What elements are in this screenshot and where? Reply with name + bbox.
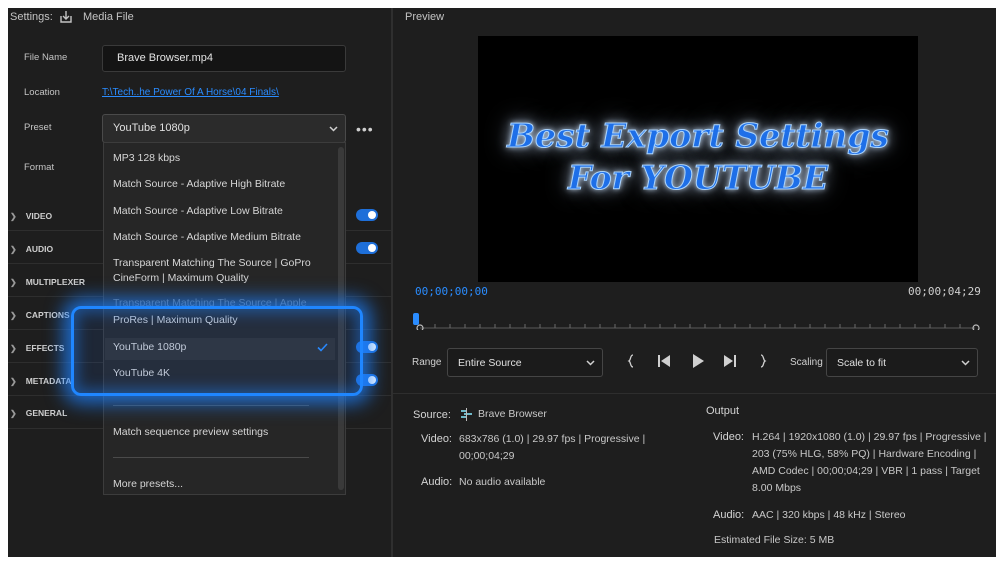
scaling-value: Scale to fit	[837, 357, 887, 369]
file-name-label: File Name	[24, 52, 68, 63]
output-audio-info: AAC | 320 kbps | 48 kHz | Stereo	[752, 509, 906, 521]
location-label: Location	[24, 87, 60, 98]
chevron-right-icon: ❯	[10, 277, 17, 287]
mark-in-icon[interactable]	[624, 353, 640, 369]
menu-separator	[113, 457, 309, 458]
preset-option[interactable]: Transparent Matching The Source | GoPro …	[113, 256, 328, 286]
audio-toggle[interactable]	[356, 242, 378, 254]
preview-label: Preview	[405, 11, 445, 23]
settings-label: Settings:	[10, 11, 53, 23]
chevron-down-icon	[586, 360, 595, 366]
section-general[interactable]: ❯ GENERAL	[10, 408, 67, 418]
source-audio-info: No audio available	[459, 476, 546, 488]
location-link[interactable]: T:\Tech..he Power Of A Horse\04 Finals\	[102, 87, 279, 98]
format-label: Format	[24, 162, 55, 173]
settings-panel: Settings: Media File File Name Brave Bro…	[8, 8, 391, 557]
sequence-icon	[461, 408, 472, 421]
overlay-title-line1: Best Export Settings	[507, 116, 890, 156]
preset-value: YouTube 1080p	[113, 122, 190, 134]
preview-panel: Preview Best Export Settings For YOUTUBE…	[393, 8, 996, 557]
section-multiplexer-label: MULTIPLEXER	[25, 277, 86, 287]
output-video-line4: 8.00 Mbps	[752, 482, 802, 494]
output-audio-label: Audio:	[713, 509, 745, 521]
more-presets-option[interactable]: More presets...	[113, 477, 328, 492]
source-audio-label: Audio:	[421, 476, 453, 488]
preset-select[interactable]: YouTube 1080p	[102, 114, 346, 143]
export-icon[interactable]	[59, 10, 73, 24]
match-sequence-option[interactable]: Match sequence preview settings	[113, 425, 328, 440]
end-timecode: 00;00;04;29	[908, 285, 981, 298]
preset-label: Preset	[24, 122, 52, 133]
section-multiplexer[interactable]: ❯ MULTIPLEXER	[10, 277, 85, 287]
range-select[interactable]: Entire Source	[447, 348, 603, 377]
chevron-right-icon: ❯	[10, 310, 17, 320]
source-name: Brave Browser	[478, 408, 547, 420]
output-video-line2: 203 (75% HLG, 58% PQ) | Hardware Encodin…	[752, 448, 977, 460]
preset-option[interactable]: Match Source - Adaptive Low Bitrate	[113, 204, 328, 219]
step-back-icon[interactable]	[656, 353, 672, 369]
chevron-right-icon: ❯	[10, 408, 17, 418]
highlight-annotation	[71, 306, 363, 396]
current-timecode[interactable]: 00;00;00;00	[415, 285, 488, 298]
file-name-value: Brave Browser.mp4	[117, 52, 213, 64]
chevron-right-icon: ❯	[10, 343, 17, 353]
output-label: Output	[706, 405, 740, 417]
chevron-down-icon	[329, 126, 338, 132]
section-audio-label: AUDIO	[25, 244, 54, 254]
section-audio[interactable]: ❯ AUDIO	[10, 244, 53, 254]
output-video-line3: AMD Codec | 00;00;04;29 | VBR | 1 pass |…	[752, 465, 980, 477]
more-options-icon[interactable]: •••	[356, 121, 374, 137]
preset-option[interactable]: Match Source - Adaptive Medium Bitrate	[113, 230, 328, 245]
step-forward-icon[interactable]	[722, 353, 738, 369]
mark-out-icon[interactable]	[754, 353, 770, 369]
preset-option[interactable]: MP3 128 kbps	[113, 151, 328, 166]
section-effects-label: EFFECTS	[25, 343, 65, 353]
scaling-label: Scaling	[790, 357, 823, 368]
export-window: Settings: Media File File Name Brave Bro…	[8, 8, 996, 557]
estimated-file-size: Estimated File Size: 5 MB	[714, 534, 835, 546]
menu-separator	[113, 405, 309, 406]
scaling-select[interactable]: Scale to fit	[826, 348, 978, 377]
video-toggle[interactable]	[356, 209, 378, 221]
preset-option[interactable]: Match Source - Adaptive High Bitrate	[113, 177, 328, 192]
chevron-right-icon: ❯	[10, 211, 17, 221]
video-preview: Best Export Settings For YOUTUBE	[478, 36, 918, 282]
source-label: Source:	[413, 409, 451, 421]
section-video-label: VIDEO	[25, 211, 53, 221]
output-video-line1: H.264 | 1920x1080 (1.0) | 29.97 fps | Pr…	[752, 431, 987, 443]
range-label: Range	[412, 357, 442, 368]
section-video[interactable]: ❯ VIDEO	[10, 211, 52, 221]
section-general-label: GENERAL	[25, 408, 68, 418]
section-captions-label: CAPTIONS	[25, 310, 70, 320]
media-file-label: Media File	[83, 11, 134, 23]
output-video-label: Video:	[713, 431, 744, 443]
overlay-title-line2: For YOUTUBE	[568, 158, 829, 198]
playhead[interactable]	[413, 313, 419, 325]
file-name-input[interactable]: Brave Browser.mp4	[102, 45, 346, 72]
section-metadata-label: METADATA	[25, 376, 72, 386]
chevron-down-icon	[961, 360, 970, 366]
section-metadata[interactable]: ❯ METADATA	[10, 376, 72, 386]
section-captions[interactable]: ❯ CAPTIONS	[10, 310, 70, 320]
chevron-right-icon: ❯	[10, 244, 17, 254]
timeline-ruler[interactable]	[415, 320, 981, 330]
section-effects[interactable]: ❯ EFFECTS	[10, 343, 64, 353]
source-video-label: Video:	[421, 433, 452, 445]
play-icon[interactable]	[690, 353, 706, 369]
source-video-duration: 00;00;04;29	[459, 450, 515, 462]
range-value: Entire Source	[458, 357, 522, 369]
source-video-info: 683x786 (1.0) | 29.97 fps | Progressive …	[459, 433, 646, 445]
chevron-right-icon: ❯	[10, 376, 17, 386]
divider	[393, 393, 996, 394]
